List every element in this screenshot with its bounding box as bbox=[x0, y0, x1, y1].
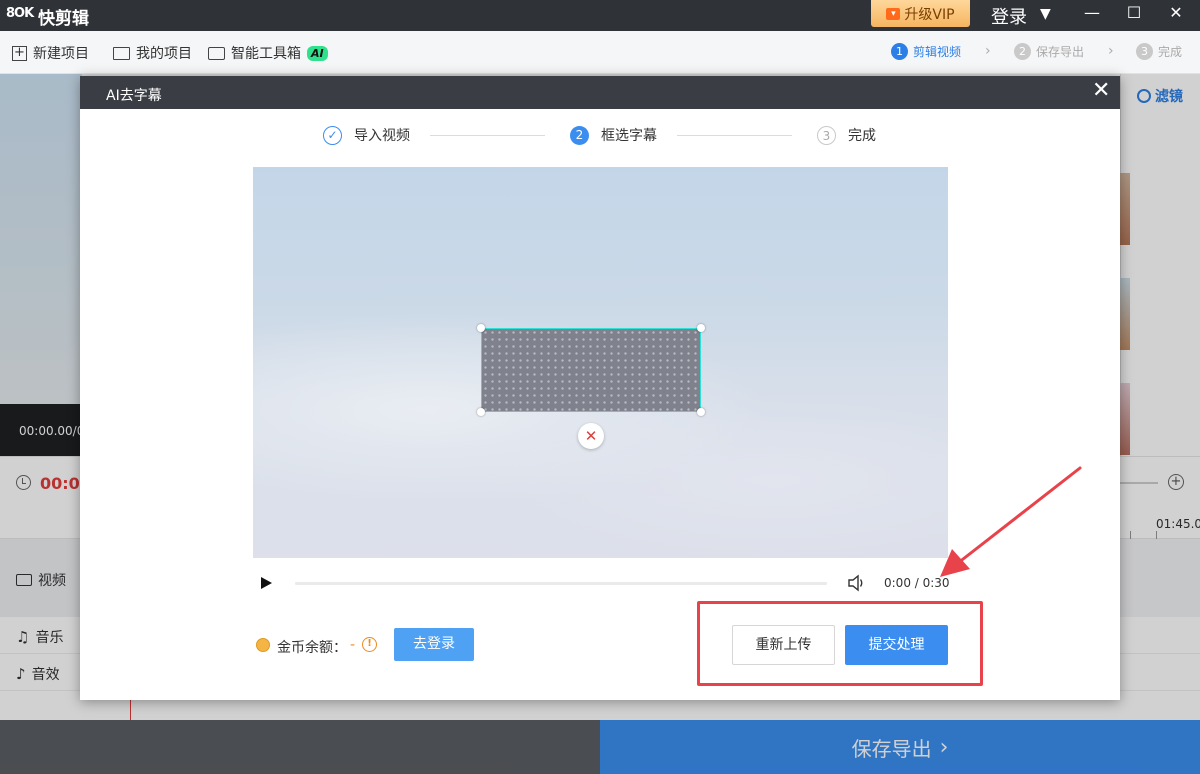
menu-new-project-label: 新建项目 bbox=[33, 46, 89, 62]
dialog-title: AI去字幕 bbox=[106, 88, 162, 104]
ai-badge: AI bbox=[307, 45, 328, 61]
plus-square-icon: + bbox=[12, 45, 27, 61]
upgrade-vip-button[interactable]: ▾ 升级VIP bbox=[871, 0, 970, 27]
remove-selection-icon[interactable]: ✕ bbox=[578, 423, 604, 449]
go-login-button[interactable]: 去登录 bbox=[394, 628, 474, 661]
warning-icon[interactable]: ! bbox=[362, 637, 377, 652]
play-icon[interactable] bbox=[261, 577, 272, 589]
upgrade-vip-label: 升级VIP bbox=[904, 6, 955, 23]
folder-icon bbox=[113, 46, 130, 60]
top-step-edit-num: 1 bbox=[891, 43, 908, 60]
top-step-export[interactable]: 2 保存导出 bbox=[1014, 43, 1084, 60]
wizard-step-done: 3 完成 bbox=[817, 125, 876, 145]
top-step-done-num: 3 bbox=[1136, 43, 1153, 60]
top-step-export-num: 2 bbox=[1014, 43, 1031, 60]
top-step-export-label: 保存导出 bbox=[1036, 45, 1085, 59]
resize-handle-top-right[interactable] bbox=[697, 324, 705, 332]
wizard-step-done-label: 完成 bbox=[848, 128, 876, 144]
vip-icon: ▾ bbox=[886, 7, 901, 20]
title-bar: 8OK 快剪辑 ▾ 升级VIP 登录 ▼ — ☐ ✕ bbox=[0, 0, 1200, 31]
dialog-header: AI去字幕 ✕ bbox=[80, 76, 1120, 109]
close-window-icon[interactable]: ✕ bbox=[1156, 0, 1196, 28]
app-title: 快剪辑 bbox=[38, 9, 89, 29]
account-dropdown-icon[interactable]: ▼ bbox=[1040, 6, 1051, 22]
wizard-step-select-label: 框选字幕 bbox=[601, 128, 657, 144]
maximize-icon[interactable]: ☐ bbox=[1114, 0, 1154, 28]
app-logo: 8OK bbox=[6, 6, 34, 21]
top-step-done[interactable]: 3 完成 bbox=[1136, 43, 1182, 60]
resize-handle-bottom-left[interactable] bbox=[477, 408, 485, 416]
subtitle-selection-box[interactable] bbox=[477, 324, 705, 416]
dialog-close-icon[interactable]: ✕ bbox=[1092, 80, 1110, 102]
annotation-highlight-box bbox=[697, 601, 983, 686]
wizard-step-select-num: 2 bbox=[570, 125, 589, 145]
video-preview[interactable]: ✕ bbox=[253, 167, 948, 558]
check-icon: ✓ bbox=[323, 125, 342, 145]
menu-my-projects-label: 我的项目 bbox=[136, 46, 192, 62]
top-step-edit[interactable]: 1 剪辑视频 bbox=[891, 43, 961, 60]
coin-icon bbox=[256, 638, 270, 652]
chevron-right-icon: › bbox=[1108, 43, 1114, 59]
wizard-step-select: 2 框选字幕 bbox=[570, 125, 657, 145]
login-link[interactable]: 登录 bbox=[991, 3, 1027, 29]
minimize-icon[interactable]: — bbox=[1072, 0, 1112, 28]
volume-icon[interactable] bbox=[846, 573, 866, 593]
wizard-step-done-num: 3 bbox=[817, 125, 836, 145]
coin-balance-value: - bbox=[350, 637, 356, 653]
annotation-arrow-icon bbox=[940, 466, 1082, 577]
menu-new-project[interactable]: + 新建项目 bbox=[12, 43, 89, 63]
top-step-edit-label: 剪辑视频 bbox=[913, 45, 962, 59]
wizard-step-import-label: 导入视频 bbox=[354, 128, 410, 144]
chevron-right-icon: › bbox=[985, 43, 991, 59]
wizard-step-import: ✓ 导入视频 bbox=[323, 125, 410, 145]
menu-smart-toolbox[interactable]: 智能工具箱 AI bbox=[208, 43, 328, 63]
menu-my-projects[interactable]: 我的项目 bbox=[113, 43, 192, 63]
video-progress-bar[interactable] bbox=[295, 582, 827, 585]
wizard-connector bbox=[677, 135, 792, 136]
coin-balance-label: 金币余额： bbox=[277, 640, 347, 656]
toolbox-icon bbox=[208, 46, 225, 60]
top-step-done-label: 完成 bbox=[1158, 45, 1183, 59]
menu-smart-toolbox-label: 智能工具箱 bbox=[231, 46, 301, 62]
wizard-connector bbox=[430, 135, 545, 136]
resize-handle-top-left[interactable] bbox=[477, 324, 485, 332]
menu-bar: + 新建项目 我的项目 智能工具箱 AI 1 剪辑视频 › 2 保存导出 › 3… bbox=[0, 31, 1200, 74]
resize-handle-bottom-right[interactable] bbox=[697, 408, 705, 416]
